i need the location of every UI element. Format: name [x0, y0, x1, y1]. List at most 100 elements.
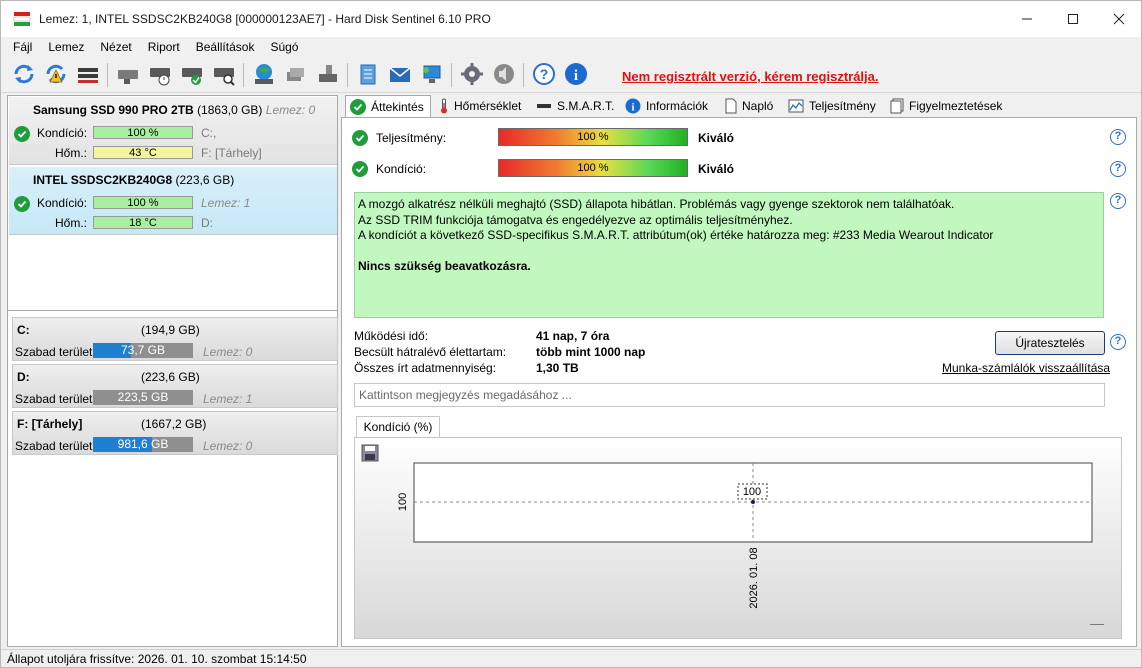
network-computer-button[interactable]: [419, 61, 445, 87]
minimize-button[interactable]: [1004, 1, 1050, 37]
volume-card[interactable]: C: (194,9 GB) Szabad terület 73,7 GB Lem…: [12, 317, 338, 361]
disk-size: (223,6 GB): [175, 173, 235, 187]
volume-card[interactable]: D: (223,6 GB) Szabad terület 223,5 GB Le…: [12, 364, 338, 408]
help-icon[interactable]: ?: [1110, 193, 1126, 209]
disk-tool-button-4[interactable]: [211, 61, 237, 87]
tab-performance[interactable]: Teljesítmény: [784, 95, 876, 117]
tab-information[interactable]: i Információk: [621, 95, 708, 117]
temperature-bar: 18 °C: [93, 216, 193, 229]
tab-label: Teljesítmény: [809, 99, 876, 113]
disk-tool-button-5[interactable]: [283, 61, 309, 87]
condition-row: Kondíció:: [352, 159, 426, 179]
toolbar: ? i: [1, 57, 1141, 93]
volume-disk-index: Lemez: 0: [203, 345, 253, 359]
toolbar-separator: [243, 63, 244, 87]
info-icon: i: [625, 98, 641, 114]
disk-tool-button-1[interactable]: [115, 61, 141, 87]
window-title: Lemez: 1, INTEL SSDSC2KB240G8 [000000123…: [39, 12, 491, 26]
chart-tab-condition[interactable]: Kondíció (%): [356, 416, 440, 438]
disk-card[interactable]: Samsung SSD 990 PRO 2TB (1863,0 GB) Leme…: [9, 97, 337, 165]
menu-view[interactable]: Nézet: [92, 40, 139, 54]
help-icon[interactable]: ?: [1110, 161, 1126, 177]
disk-list-icon: [78, 68, 98, 83]
gear-icon: [461, 63, 483, 85]
overview-panel: Teljesítmény: 100 % Kiváló ? Kondíció: 1…: [341, 117, 1137, 647]
tab-log[interactable]: Napló: [721, 95, 773, 117]
settings-button[interactable]: [459, 61, 485, 87]
chart-panel: 100 100 2026. 01. 08: [354, 437, 1122, 639]
disk-search-icon: [214, 68, 235, 86]
menu-settings[interactable]: Beállítások: [188, 40, 263, 54]
disk-tool-button-3[interactable]: [179, 61, 205, 87]
sound-button[interactable]: [491, 61, 517, 87]
volume-card[interactable]: F: [Tárhely] (1667,2 GB) Szabad terület …: [12, 411, 338, 455]
disk-volume-letters: D:: [201, 216, 213, 230]
disk-volume-letters-2: F: [Tárhely]: [201, 146, 262, 160]
performance-label: Teljesítmény:: [376, 131, 447, 145]
tab-overview[interactable]: Áttekintés: [345, 95, 431, 117]
speaker-icon: [494, 64, 514, 84]
uptime-label: Működési idő:: [354, 329, 429, 343]
document-icon: [725, 98, 737, 114]
network-button[interactable]: [251, 61, 277, 87]
condition-bar: 100 %: [93, 126, 193, 139]
tab-temperature[interactable]: Hőmérséklet: [435, 95, 521, 117]
close-icon: [1113, 13, 1125, 25]
info-line: A mozgó alkatrész nélküli meghajtó (SSD)…: [358, 197, 955, 211]
condition-label: Kondíció:: [376, 162, 427, 176]
performance-quality: Kiváló: [698, 131, 735, 145]
svg-text:i: i: [574, 68, 578, 84]
disk-name: Samsung SSD 990 PRO 2TB: [33, 103, 194, 117]
disk-volume-letters: C:,: [201, 126, 217, 140]
volume-name: C:: [17, 323, 30, 337]
menu-help[interactable]: Súgó: [262, 40, 306, 54]
hard-disk-icon: [118, 70, 138, 84]
status-ok-icon: [352, 130, 368, 146]
close-button[interactable]: [1096, 1, 1142, 37]
tab-smart[interactable]: S.M.A.R.T.: [532, 95, 614, 117]
disk-title: INTEL SSDSC2KB240G8 (223,6 GB): [33, 173, 234, 187]
refresh-button[interactable]: [11, 61, 37, 87]
svg-text:i: i: [631, 102, 634, 114]
point-label: 100: [743, 486, 761, 498]
info-button[interactable]: i: [563, 61, 589, 87]
maximize-icon: [1068, 14, 1078, 24]
tab-alerts[interactable]: Figyelmeztetések: [886, 95, 1002, 117]
disk-card-selected[interactable]: INTEL SSDSC2KB240G8 (223,6 GB) Kondíció:…: [9, 167, 337, 235]
total-written-value: 1,30 TB: [536, 361, 579, 375]
free-space-bar: 981,6 GB: [93, 437, 193, 452]
help-icon[interactable]: ?: [1110, 129, 1126, 145]
refresh-icon: [14, 64, 34, 84]
condition-bar: 100 %: [498, 159, 688, 177]
unregistered-link[interactable]: Nem regisztrált verzió, kérem regisztrál…: [622, 69, 879, 84]
maximize-button[interactable]: [1050, 1, 1096, 37]
email-button[interactable]: [387, 61, 413, 87]
condition-label: Kondíció:: [37, 196, 88, 210]
y-tick-label: 100: [397, 493, 409, 511]
toolbar-separator: [523, 63, 524, 87]
report-button[interactable]: [355, 61, 381, 87]
app-window: Lemez: 1, INTEL SSDSC2KB240G8 [000000123…: [0, 0, 1142, 668]
resize-handle[interactable]: [1090, 624, 1104, 625]
help-icon[interactable]: ?: [1110, 334, 1126, 350]
refresh-warning-button[interactable]: [43, 61, 69, 87]
info-line: A kondíciót a következő SSD-specifikus S…: [358, 228, 994, 242]
menu-file[interactable]: Fájl: [5, 40, 40, 54]
volume-size: (194,9 GB): [141, 323, 200, 337]
status-ok-icon: [14, 196, 30, 212]
disk-tool-button-2[interactable]: [147, 61, 173, 87]
disk-tool-button-6[interactable]: [315, 61, 341, 87]
disk-name: INTEL SSDSC2KB240G8: [33, 173, 173, 187]
disk-list-button[interactable]: [75, 61, 101, 87]
volume-name: D:: [17, 370, 30, 384]
retest-button[interactable]: Újratesztelés: [995, 331, 1105, 355]
menu-report[interactable]: Riport: [140, 40, 188, 54]
reset-counters-link[interactable]: Munka-számlálók visszaállítása: [942, 361, 1110, 375]
note-input[interactable]: Kattintson megjegyzés megadásához ...: [354, 383, 1105, 407]
help-button[interactable]: ?: [531, 61, 557, 87]
status-bar: Állapot utoljára frissítve: 2026. 01. 10…: [1, 649, 1141, 667]
performance-bar: 100 %: [498, 128, 688, 146]
info-icon: i: [565, 63, 587, 85]
menu-disk[interactable]: Lemez: [40, 40, 92, 54]
remaining-life-value: több mint 1000 nap: [536, 345, 646, 359]
